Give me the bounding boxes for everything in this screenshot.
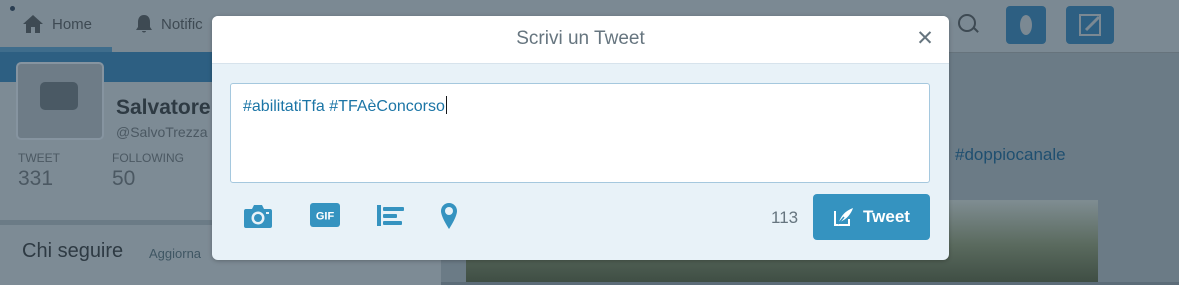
location-pin-icon [441, 203, 457, 229]
close-icon[interactable]: ✕ [916, 28, 934, 49]
compose-icon [834, 208, 854, 226]
compose-tweet-dialog: Scrivi un Tweet ✕ #abilitatiTfa #TFAèCon… [212, 16, 949, 260]
gif-icon: GIF [310, 203, 340, 227]
dialog-title: Scrivi un Tweet [516, 28, 645, 49]
add-gif-button[interactable]: GIF [310, 202, 340, 232]
character-counter: 113 [771, 208, 799, 227]
poll-icon [377, 205, 404, 226]
camera-icon [244, 205, 272, 228]
add-photo-button[interactable] [243, 202, 273, 232]
tweet-text-content: #abilitatiTfa #TFAèConcorso [243, 96, 447, 116]
add-poll-button[interactable] [377, 202, 405, 232]
gif-label: GIF [316, 211, 335, 223]
tweet-button-label: Tweet [863, 207, 910, 226]
tweet-button[interactable]: Tweet [813, 194, 930, 240]
tweet-text-input[interactable]: #abilitatiTfa #TFAèConcorso [230, 83, 930, 183]
dialog-header: Scrivi un Tweet ✕ [212, 16, 949, 64]
tweet-text: #abilitatiTfa #TFAèConcorso [243, 98, 445, 115]
add-location-button[interactable] [440, 202, 458, 232]
text-caret [445, 96, 447, 114]
